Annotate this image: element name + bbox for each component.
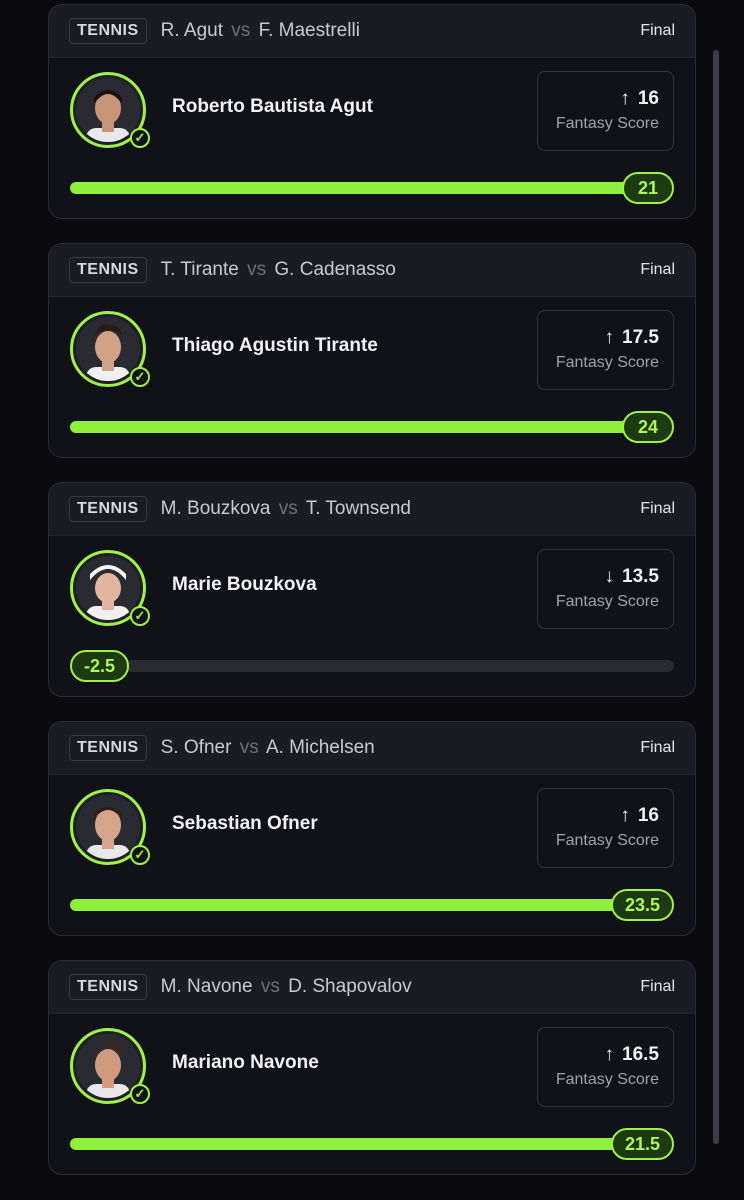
stat-label: Fantasy Score (555, 832, 659, 849)
player-row: ✓ Marie Bouzkova ↓ 13.5 Fantasy Score (49, 536, 695, 646)
projection-box: ↑ 16.5 Fantasy Score (537, 1027, 674, 1107)
sport-badge: TENNIS (69, 974, 147, 1000)
matchup-player-2: G. Cadenasso (274, 259, 396, 280)
card-header: TENNIS S. Ofner vs A. Michelsen Final (49, 722, 695, 775)
player-name: Mariano Navone (172, 1052, 319, 1073)
projection-box: ↑ 16 Fantasy Score (537, 788, 674, 868)
matchup-player-2: A. Michelsen (265, 737, 375, 758)
scrollbar[interactable] (713, 50, 719, 1144)
player-name: Thiago Agustin Tirante (172, 335, 378, 356)
matchup-player-1: M. Bouzkova (160, 498, 271, 519)
verified-check-icon: ✓ (130, 128, 150, 148)
pick-card[interactable]: TENNIS M. Bouzkova vs T. Townsend Final … (48, 482, 696, 697)
player-row: ✓ Sebastian Ofner ↑ 16 Fantasy Score (49, 775, 695, 885)
player-avatar: ✓ (70, 550, 150, 626)
projection-box: ↑ 17.5 Fantasy Score (537, 310, 674, 390)
progress-fill (70, 182, 648, 194)
matchup: R. Agut vs F. Maestrelli (161, 20, 360, 42)
sport-badge: TENNIS (69, 18, 147, 44)
pick-direction-icon: ↑ (620, 88, 630, 109)
actual-score-pill: -2.5 (70, 650, 130, 682)
player-name: Roberto Bautista Agut (172, 96, 373, 117)
card-header: TENNIS R. Agut vs F. Maestrelli Final (49, 5, 695, 58)
verified-check-icon: ✓ (130, 367, 150, 387)
pick-direction-icon: ↑ (620, 805, 630, 826)
player-avatar: ✓ (70, 789, 150, 865)
stat-label: Fantasy Score (555, 354, 659, 371)
verified-check-icon: ✓ (130, 606, 150, 626)
matchup-player-2: T. Townsend (305, 498, 411, 519)
projection-line: 16 (637, 88, 659, 109)
pick-card[interactable]: TENNIS S. Ofner vs A. Michelsen Final ✓ … (48, 721, 696, 936)
card-header: TENNIS T. Tirante vs G. Cadenasso Final (49, 244, 695, 297)
sport-badge: TENNIS (69, 257, 147, 283)
matchup-player-1: S. Ofner (160, 737, 232, 758)
stat-label: Fantasy Score (555, 593, 659, 610)
pick-card[interactable]: TENNIS T. Tirante vs G. Cadenasso Final … (48, 243, 696, 458)
matchup-player-1: T. Tirante (160, 259, 239, 280)
verified-check-icon: ✓ (130, 845, 150, 865)
progress-fill (70, 421, 648, 433)
player-row: ✓ Thiago Agustin Tirante ↑ 17.5 Fantasy S… (49, 297, 695, 407)
pick-card[interactable]: TENNIS R. Agut vs F. Maestrelli Final ✓ … (48, 4, 696, 219)
vs-label: vs (247, 259, 267, 280)
pick-direction-icon: ↓ (604, 566, 615, 587)
vs-label: vs (239, 737, 259, 758)
player-name: Sebastian Ofner (172, 813, 318, 834)
player-name: Marie Bouzkova (172, 574, 317, 595)
sport-badge: TENNIS (69, 496, 147, 522)
projection-line: 16.5 (622, 1044, 659, 1065)
actual-score-pill: 21.5 (610, 1128, 674, 1160)
game-status: Final (640, 739, 675, 756)
vs-label: vs (260, 976, 280, 997)
progress-track (70, 660, 674, 672)
vs-label: vs (231, 20, 251, 41)
matchup-player-2: D. Shapovalov (288, 976, 412, 997)
projection-box: ↑ 16 Fantasy Score (537, 71, 674, 151)
matchup: T. Tirante vs G. Cadenasso (161, 259, 396, 281)
progress-fill (70, 899, 643, 911)
matchup: M. Navone vs D. Shapovalov (161, 976, 412, 998)
player-row: ✓ Roberto Bautista Agut ↑ 16 Fantasy Scor… (49, 58, 695, 168)
pick-card[interactable]: TENNIS M. Navone vs D. Shapovalov Final … (48, 960, 696, 1175)
pick-direction-icon: ↑ (604, 327, 615, 348)
actual-score-pill: 23.5 (610, 889, 674, 921)
game-status: Final (640, 261, 675, 278)
stat-label: Fantasy Score (555, 115, 659, 132)
progress-fill (70, 1138, 643, 1150)
pick-direction-icon: ↑ (604, 1044, 615, 1065)
card-header: TENNIS M. Bouzkova vs T. Townsend Final (49, 483, 695, 536)
projection-line: 16 (637, 805, 659, 826)
actual-score-pill: 24 (622, 411, 674, 443)
matchup-player-1: R. Agut (160, 20, 223, 41)
game-status: Final (640, 22, 675, 39)
vs-label: vs (278, 498, 298, 519)
sport-badge: TENNIS (69, 735, 147, 761)
card-header: TENNIS M. Navone vs D. Shapovalov Final (49, 961, 695, 1014)
actual-score-pill: 21 (622, 172, 674, 204)
projection-line: 17.5 (622, 327, 659, 348)
matchup: M. Bouzkova vs T. Townsend (161, 498, 411, 520)
matchup-player-2: F. Maestrelli (258, 20, 360, 41)
game-status: Final (640, 978, 675, 995)
player-avatar: ✓ (70, 311, 150, 387)
game-status: Final (640, 500, 675, 517)
verified-check-icon: ✓ (130, 1084, 150, 1104)
player-row: ✓ Mariano Navone ↑ 16.5 Fantasy Score (49, 1014, 695, 1124)
stat-label: Fantasy Score (555, 1071, 659, 1088)
projection-line: 13.5 (622, 566, 659, 587)
matchup: S. Ofner vs A. Michelsen (161, 737, 375, 759)
projection-box: ↓ 13.5 Fantasy Score (537, 549, 674, 629)
pick-results-list: TENNIS R. Agut vs F. Maestrelli Final ✓ … (48, 4, 696, 1199)
matchup-player-1: M. Navone (160, 976, 253, 997)
player-avatar: ✓ (70, 1028, 150, 1104)
player-avatar: ✓ (70, 72, 150, 148)
